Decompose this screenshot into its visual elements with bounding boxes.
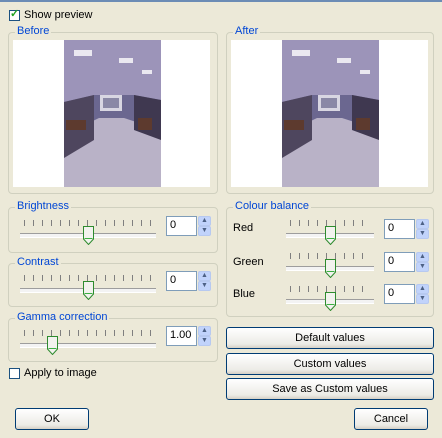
red-up-button[interactable]: ▲ <box>416 219 429 229</box>
brightness-up-button[interactable]: ▲ <box>198 216 211 226</box>
blue-input[interactable]: 0 <box>384 284 415 304</box>
green-down-button[interactable]: ▼ <box>416 262 429 272</box>
contrast-slider[interactable] <box>20 275 156 305</box>
before-photo-graphic <box>64 40 161 187</box>
arrow-down-icon: ▼ <box>419 295 426 302</box>
gamma-up-button[interactable]: ▲ <box>198 326 211 336</box>
red-spinner[interactable]: 0 ▲ ▼ <box>384 219 429 239</box>
brightness-slider[interactable] <box>20 220 156 250</box>
green-label: Green <box>233 256 264 268</box>
contrast-up-button[interactable]: ▲ <box>198 271 211 281</box>
after-photo <box>282 40 379 187</box>
before-photo <box>64 40 161 187</box>
checkmark-icon: ✓ <box>10 8 20 20</box>
blue-thumb[interactable] <box>325 292 336 311</box>
arrow-up-icon: ▲ <box>201 272 208 279</box>
green-input[interactable]: 0 <box>384 252 415 272</box>
blue-up-button[interactable]: ▲ <box>416 284 429 294</box>
ok-button[interactable]: OK <box>15 408 89 430</box>
brightness-down-button[interactable]: ▼ <box>198 226 211 236</box>
contrast-down-button[interactable]: ▼ <box>198 281 211 291</box>
arrow-up-icon: ▲ <box>201 217 208 224</box>
after-photo-graphic <box>282 40 379 187</box>
cancel-button[interactable]: Cancel <box>354 408 428 430</box>
after-image-area <box>231 40 428 187</box>
arrow-down-icon: ▼ <box>419 263 426 270</box>
red-down-button[interactable]: ▼ <box>416 229 429 239</box>
green-thumb[interactable] <box>325 259 336 278</box>
arrow-up-icon: ▲ <box>419 220 426 227</box>
blue-slider[interactable] <box>286 286 374 316</box>
window-top-border <box>0 0 442 2</box>
save-custom-values-button[interactable]: Save as Custom values <box>226 378 434 400</box>
contrast-title: Contrast <box>15 256 61 268</box>
apply-to-image-checkbox[interactable] <box>9 368 20 379</box>
contrast-input[interactable]: 0 <box>166 271 197 291</box>
arrow-down-icon: ▼ <box>201 227 208 234</box>
green-up-button[interactable]: ▲ <box>416 252 429 262</box>
arrow-down-icon: ▼ <box>201 282 208 289</box>
apply-to-image-label: Apply to image <box>24 367 97 379</box>
arrow-up-icon: ▲ <box>201 327 208 334</box>
show-preview-checkbox[interactable]: ✓ <box>9 8 20 21</box>
gamma-thumb[interactable] <box>47 336 58 355</box>
default-values-button[interactable]: Default values <box>226 327 434 349</box>
arrow-down-icon: ▼ <box>419 230 426 237</box>
gamma-track <box>20 343 156 348</box>
before-title: Before <box>15 25 52 37</box>
gamma-ticks <box>24 330 152 336</box>
gamma-slider[interactable] <box>20 330 156 360</box>
red-input[interactable]: 0 <box>384 219 415 239</box>
gamma-input[interactable]: 1.00 <box>166 326 197 346</box>
arrow-up-icon: ▲ <box>419 285 426 292</box>
colour-balance-title: Colour balance <box>233 200 311 212</box>
before-image-area <box>13 40 210 187</box>
contrast-spinner[interactable]: 0 ▲ ▼ <box>166 271 211 291</box>
red-thumb[interactable] <box>325 226 336 245</box>
brightness-thumb[interactable] <box>83 226 94 245</box>
brightness-title: Brightness <box>15 200 71 212</box>
gamma-down-button[interactable]: ▼ <box>198 336 211 346</box>
arrow-up-icon: ▲ <box>419 253 426 260</box>
contrast-thumb[interactable] <box>83 281 94 300</box>
gamma-title: Gamma correction <box>15 311 110 323</box>
gamma-spinner[interactable]: 1.00 ▲ ▼ <box>166 326 211 346</box>
brightness-spinner[interactable]: 0 ▲ ▼ <box>166 216 211 236</box>
arrow-down-icon: ▼ <box>201 337 208 344</box>
blue-label: Blue <box>233 288 256 300</box>
green-slider[interactable] <box>286 253 374 283</box>
blue-down-button[interactable]: ▼ <box>416 294 429 304</box>
red-label: Red <box>233 222 254 234</box>
after-title: After <box>233 25 261 37</box>
show-preview-label: Show preview <box>24 9 93 21</box>
red-slider[interactable] <box>286 220 374 250</box>
brightness-input[interactable]: 0 <box>166 216 197 236</box>
green-spinner[interactable]: 0 ▲ ▼ <box>384 252 429 272</box>
custom-values-button[interactable]: Custom values <box>226 353 434 375</box>
blue-spinner[interactable]: 0 ▲ ▼ <box>384 284 429 304</box>
